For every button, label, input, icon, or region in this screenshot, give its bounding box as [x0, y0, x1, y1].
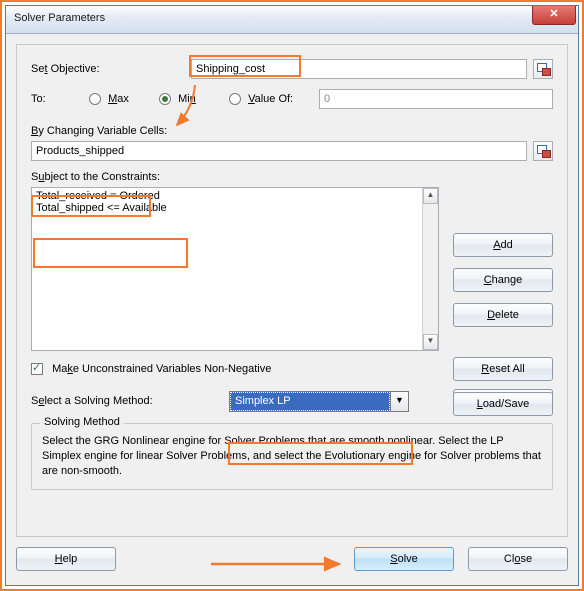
objective-value: Shipping_cost [196, 63, 265, 75]
radio-icon [159, 93, 171, 105]
method-label: Select a Solving Method: [31, 395, 191, 407]
solve-button[interactable]: Solve [354, 547, 454, 571]
change-button[interactable]: Change [453, 268, 553, 292]
constraints-listbox[interactable]: Total_received = Ordered Total_shipped <… [31, 187, 439, 351]
scroll-up-icon[interactable]: ▲ [423, 188, 438, 204]
objective-ref-button[interactable] [533, 59, 553, 79]
delete-button[interactable]: Delete [453, 303, 553, 327]
unconstrained-label: Make Unconstrained Variables Non-Negativ… [52, 363, 271, 375]
radio-valueof[interactable]: Value Of: [229, 93, 319, 105]
checkbox-icon[interactable] [31, 363, 43, 375]
radio-max[interactable]: Max [89, 93, 159, 105]
method-selected: Simplex LP [230, 392, 390, 411]
constraints-label: Subject to the Constraints: [31, 171, 553, 183]
constraint-item[interactable]: Total_shipped <= Available [36, 202, 434, 214]
scroll-down-icon[interactable]: ▼ [423, 334, 438, 350]
client-area: Set Objective: Shipping_cost To: Max [6, 34, 578, 585]
footer: Help Solve Close [16, 543, 568, 575]
side-buttons: Add Change Delete Reset All Load/Save [453, 233, 553, 416]
changing-label: By Changing Variable Cells: [31, 125, 553, 137]
objective-input[interactable]: Shipping_cost [191, 59, 527, 79]
changing-ref-button[interactable] [533, 141, 553, 161]
group-title: Solving Method [40, 416, 124, 428]
changing-value: Products_shipped [36, 145, 124, 157]
close-icon: ✕ [549, 8, 558, 20]
scrollbar[interactable]: ▲ ▼ [422, 188, 438, 350]
changing-input[interactable]: Products_shipped [31, 141, 527, 161]
radio-icon [89, 93, 101, 105]
reset-all-button[interactable]: Reset All [453, 357, 553, 381]
titlebar[interactable]: Solver Parameters ✕ [6, 6, 578, 34]
solving-method-group: Solving Method Select the GRG Nonlinear … [31, 423, 553, 490]
load-save-button[interactable]: Load/Save [453, 392, 553, 416]
valueof-value: 0 [324, 93, 330, 105]
help-button[interactable]: Help [16, 547, 116, 571]
chevron-down-icon[interactable]: ▼ [390, 392, 408, 411]
to-label: To: [31, 93, 89, 105]
valueof-input[interactable]: 0 [319, 89, 553, 109]
add-button[interactable]: Add [453, 233, 553, 257]
changing-row: Products_shipped [31, 141, 553, 161]
close-window-button[interactable]: ✕ [532, 6, 576, 25]
group-body: Select the GRG Nonlinear engine for Solv… [42, 434, 542, 479]
to-row: To: Max Min Value Of: 0 [31, 89, 553, 109]
screenshot-frame: Solver Parameters ✕ Set Objective: Shipp… [0, 0, 584, 591]
radio-icon [229, 93, 241, 105]
main-panel: Set Objective: Shipping_cost To: Max [16, 44, 568, 537]
close-button[interactable]: Close [468, 547, 568, 571]
constraint-item[interactable]: Total_received = Ordered [36, 190, 434, 202]
method-dropdown[interactable]: Simplex LP ▼ [229, 391, 409, 412]
set-objective-label: Set Objective: [31, 63, 191, 75]
window-title: Solver Parameters [14, 12, 105, 24]
radio-min[interactable]: Min [159, 93, 229, 105]
objective-row: Set Objective: Shipping_cost [31, 59, 553, 79]
scroll-track[interactable] [423, 204, 438, 334]
solver-window: Solver Parameters ✕ Set Objective: Shipp… [5, 5, 579, 586]
